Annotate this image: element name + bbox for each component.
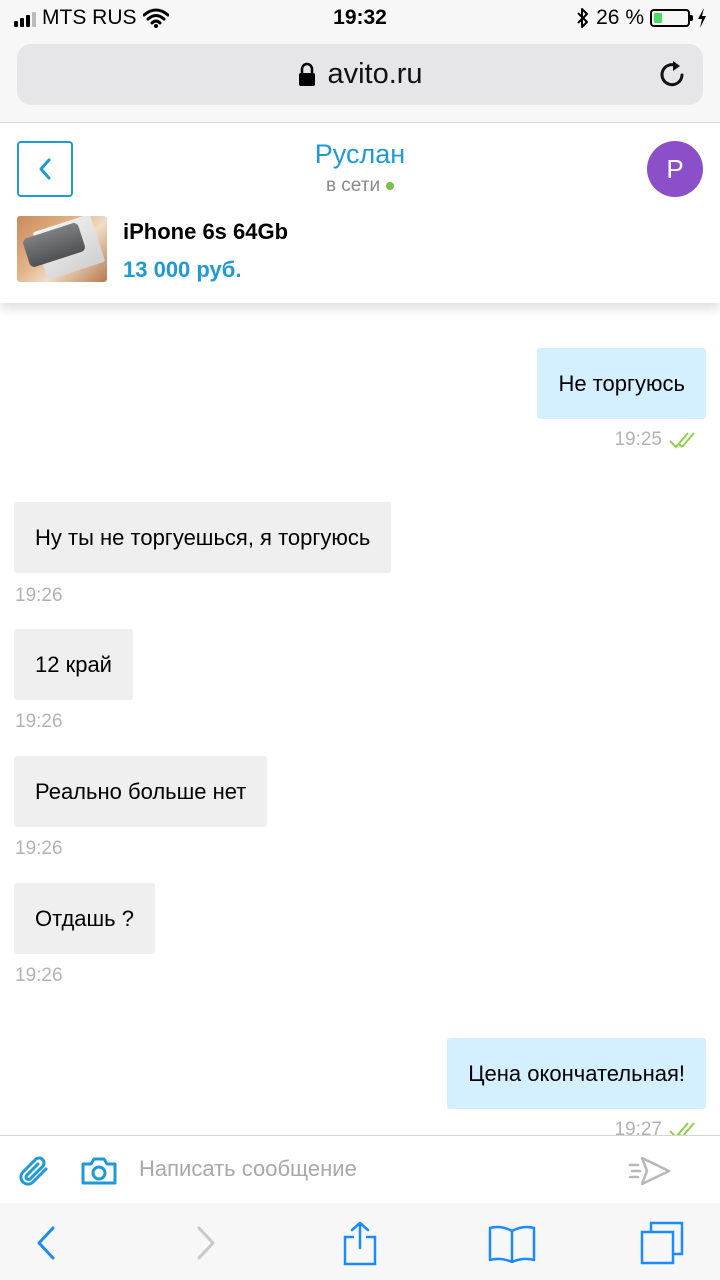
share-icon (343, 1221, 377, 1266)
message-timestamp: 19:26 (15, 838, 63, 859)
message-timestamp: 19:27 (614, 1119, 702, 1135)
message-text: Реально больше нет (35, 779, 247, 804)
bluetooth-icon (577, 8, 589, 28)
tabs-icon (640, 1221, 684, 1265)
share-button[interactable] (338, 1221, 382, 1266)
message-bubble-incoming[interactable]: Отдашь ? (14, 883, 155, 954)
chat-header: Руслан в сети P iPhone 6s 64Gb 13 000 ру… (0, 123, 720, 303)
message-bubble-outgoing[interactable]: Цена окончательная! (447, 1038, 706, 1109)
item-price: 13 000 руб. (123, 257, 242, 282)
message-timestamp: 19:26 (15, 711, 63, 732)
bookmarks-icon (488, 1225, 536, 1263)
url-text: avito.ru (327, 58, 423, 90)
browser-toolbar (0, 1203, 720, 1280)
message-bubble-incoming[interactable]: Ну ты не торгуешься, я торгуюсь (14, 502, 392, 573)
browser-chrome: avito.ru (0, 36, 720, 123)
item-thumbnail[interactable] (17, 216, 107, 282)
camera-icon[interactable] (80, 1156, 118, 1186)
back-arrow-icon (37, 1226, 55, 1260)
message-text: 12 край (35, 652, 112, 677)
message-text: Ну ты не торгуешься, я торгуюсь (35, 525, 371, 550)
bookmarks-button[interactable] (486, 1221, 538, 1265)
message-input[interactable]: Написать сообщение (139, 1156, 357, 1182)
address-bar-content: avito.ru (17, 44, 703, 105)
charging-icon (698, 8, 706, 28)
message-text: Цена окончательная! (468, 1061, 685, 1086)
paperclip-icon[interactable] (16, 1153, 52, 1189)
status-bar: MTS RUS 19:32 26 % (0, 0, 720, 36)
message-text: Не торгуюсь (558, 371, 685, 396)
contact-status: в сети (0, 175, 720, 197)
avatar[interactable]: P (647, 141, 703, 197)
send-icon[interactable] (628, 1153, 672, 1189)
status-right: 26 % (576, 6, 708, 30)
contact-name[interactable]: Руслан (0, 139, 720, 170)
forward-nav-button[interactable] (188, 1221, 224, 1265)
address-bar[interactable]: avito.ru (17, 44, 703, 105)
tabs-button[interactable] (638, 1221, 686, 1265)
forward-arrow-icon (197, 1226, 215, 1260)
item-title[interactable]: iPhone 6s 64Gb (123, 219, 288, 245)
battery-fill (654, 13, 663, 23)
double-check-icon (669, 1122, 695, 1135)
double-check-icon (669, 432, 695, 449)
message-bubble-incoming[interactable]: Реально больше нет (14, 756, 268, 827)
battery-icon (650, 9, 693, 27)
message-timestamp: 19:26 (15, 965, 63, 986)
message-text: Отдашь ? (35, 906, 134, 931)
message-bubble-outgoing[interactable]: Не торгуюсь (537, 348, 706, 419)
message-timestamp: 19:25 (614, 429, 702, 451)
message-composer: Написать сообщение (0, 1135, 720, 1204)
reload-icon[interactable] (657, 58, 689, 90)
message-timestamp: 19:26 (15, 585, 63, 606)
online-dot (386, 181, 395, 190)
message-bubble-incoming[interactable]: 12 край (14, 629, 133, 700)
message-list[interactable]: Не торгуюсь 19:25 Ну ты не торгуешься, я… (0, 303, 720, 1135)
back-nav-button[interactable] (28, 1221, 64, 1265)
contact-status-text: в сети (325, 175, 381, 196)
lock-icon (299, 62, 316, 86)
battery-percent: 26 % (596, 6, 644, 29)
